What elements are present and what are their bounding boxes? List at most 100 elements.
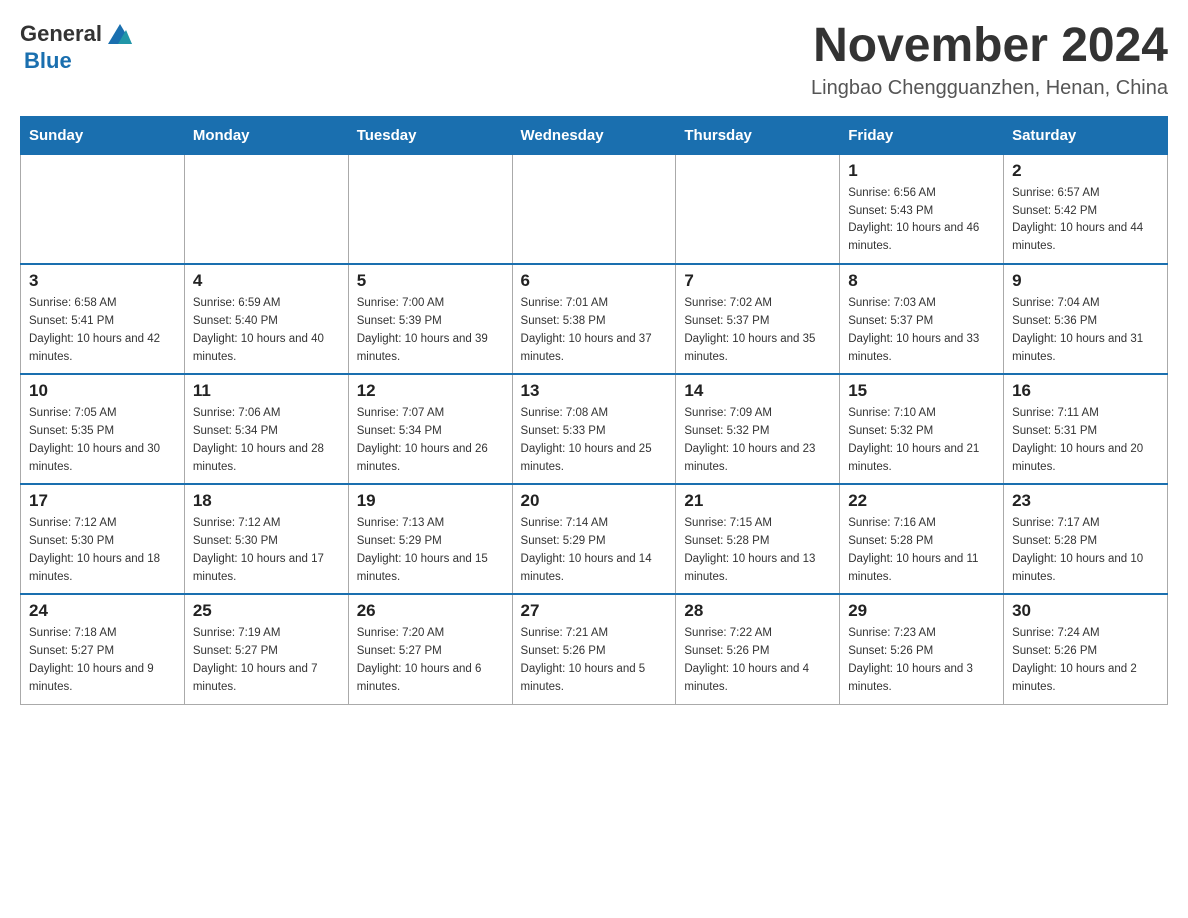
- day-number: 29: [848, 601, 995, 621]
- calendar-cell: 7 Sunrise: 7:02 AM Sunset: 5:37 PM Daylig…: [676, 264, 840, 374]
- calendar-table: SundayMondayTuesdayWednesdayThursdayFrid…: [20, 116, 1168, 705]
- day-number: 2: [1012, 161, 1159, 181]
- calendar-cell: 19 Sunrise: 7:13 AM Sunset: 5:29 PM Dayli…: [348, 484, 512, 594]
- calendar-cell: [512, 154, 676, 264]
- day-number: 27: [521, 601, 668, 621]
- day-info: Sunrise: 7:12 AM Sunset: 5:30 PM Dayligh…: [193, 515, 340, 586]
- calendar-cell: 25 Sunrise: 7:19 AM Sunset: 5:27 PM Dayli…: [184, 594, 348, 704]
- day-info: Sunrise: 7:18 AM Sunset: 5:27 PM Dayligh…: [29, 625, 176, 696]
- day-number: 9: [1012, 271, 1159, 291]
- day-info: Sunrise: 7:17 AM Sunset: 5:28 PM Dayligh…: [1012, 515, 1159, 586]
- day-info: Sunrise: 7:06 AM Sunset: 5:34 PM Dayligh…: [193, 405, 340, 476]
- logo: General Blue: [20, 20, 132, 74]
- calendar-week-row: 10 Sunrise: 7:05 AM Sunset: 5:35 PM Dayli…: [21, 374, 1168, 484]
- calendar-cell: 16 Sunrise: 7:11 AM Sunset: 5:31 PM Dayli…: [1004, 374, 1168, 484]
- day-number: 24: [29, 601, 176, 621]
- calendar-cell: 8 Sunrise: 7:03 AM Sunset: 5:37 PM Daylig…: [840, 264, 1004, 374]
- calendar-cell: [348, 154, 512, 264]
- day-number: 28: [684, 601, 831, 621]
- day-number: 10: [29, 381, 176, 401]
- day-number: 19: [357, 491, 504, 511]
- day-number: 30: [1012, 601, 1159, 621]
- day-number: 5: [357, 271, 504, 291]
- calendar-cell: 2 Sunrise: 6:57 AM Sunset: 5:42 PM Daylig…: [1004, 154, 1168, 264]
- day-info: Sunrise: 6:58 AM Sunset: 5:41 PM Dayligh…: [29, 295, 176, 366]
- day-number: 7: [684, 271, 831, 291]
- calendar-cell: 14Sunrise: 7:09 AM Sunset: 5:32 PM Dayli…: [676, 374, 840, 484]
- day-info: Sunrise: 7:15 AM Sunset: 5:28 PM Dayligh…: [684, 515, 831, 586]
- day-info: Sunrise: 7:02 AM Sunset: 5:37 PM Dayligh…: [684, 295, 831, 366]
- calendar-cell: 17 Sunrise: 7:12 AM Sunset: 5:30 PM Dayli…: [21, 484, 185, 594]
- day-number: 1: [848, 161, 995, 181]
- day-number: 6: [521, 271, 668, 291]
- day-info: Sunrise: 7:10 AM Sunset: 5:32 PM Dayligh…: [848, 405, 995, 476]
- day-info: Sunrise: 6:56 AM Sunset: 5:43 PM Dayligh…: [848, 185, 995, 256]
- calendar-cell: 1 Sunrise: 6:56 AM Sunset: 5:43 PM Daylig…: [840, 154, 1004, 264]
- calendar-cell: [184, 154, 348, 264]
- location-subtitle: Lingbao Chengguanzhen, Henan, China: [811, 77, 1168, 100]
- day-number: 17: [29, 491, 176, 511]
- logo-blue-text: Blue: [24, 48, 72, 74]
- calendar-cell: 12 Sunrise: 7:07 AM Sunset: 5:34 PM Dayli…: [348, 374, 512, 484]
- day-info: Sunrise: 7:13 AM Sunset: 5:29 PM Dayligh…: [357, 515, 504, 586]
- weekday-header-wednesday: Wednesday: [512, 116, 676, 154]
- calendar-cell: 21 Sunrise: 7:15 AM Sunset: 5:28 PM Dayli…: [676, 484, 840, 594]
- day-info: Sunrise: 7:12 AM Sunset: 5:30 PM Dayligh…: [29, 515, 176, 586]
- day-info: Sunrise: 7:19 AM Sunset: 5:27 PM Dayligh…: [193, 625, 340, 696]
- calendar-cell: 23 Sunrise: 7:17 AM Sunset: 5:28 PM Dayli…: [1004, 484, 1168, 594]
- day-number: 8: [848, 271, 995, 291]
- day-number: 23: [1012, 491, 1159, 511]
- calendar-cell: 30 Sunrise: 7:24 AM Sunset: 5:26 PM Dayli…: [1004, 594, 1168, 704]
- calendar-week-row: 3 Sunrise: 6:58 AM Sunset: 5:41 PM Daylig…: [21, 264, 1168, 374]
- day-number: 21: [684, 491, 831, 511]
- calendar-cell: [676, 154, 840, 264]
- title-area: November 2024 Lingbao Chengguanzhen, Hen…: [811, 20, 1168, 100]
- day-info: Sunrise: 7:08 AM Sunset: 5:33 PM Dayligh…: [521, 405, 668, 476]
- calendar-cell: 20 Sunrise: 7:14 AM Sunset: 5:29 PM Dayli…: [512, 484, 676, 594]
- day-info: Sunrise: 7:00 AM Sunset: 5:39 PM Dayligh…: [357, 295, 504, 366]
- weekday-header-tuesday: Tuesday: [348, 116, 512, 154]
- day-number: 15: [848, 381, 995, 401]
- weekday-header-sunday: Sunday: [21, 116, 185, 154]
- month-title: November 2024: [811, 20, 1168, 73]
- day-info: Sunrise: 7:04 AM Sunset: 5:36 PM Dayligh…: [1012, 295, 1159, 366]
- page-header: General Blue November 2024 Lingbao Cheng…: [20, 20, 1168, 100]
- day-info: Sunrise: 7:07 AM Sunset: 5:34 PM Dayligh…: [357, 405, 504, 476]
- day-number: 20: [521, 491, 668, 511]
- day-info: Sunrise: 7:01 AM Sunset: 5:38 PM Dayligh…: [521, 295, 668, 366]
- day-number: 22: [848, 491, 995, 511]
- day-number: 18: [193, 491, 340, 511]
- calendar-cell: 22 Sunrise: 7:16 AM Sunset: 5:28 PM Dayli…: [840, 484, 1004, 594]
- day-info: Sunrise: 7:16 AM Sunset: 5:28 PM Dayligh…: [848, 515, 995, 586]
- weekday-header-monday: Monday: [184, 116, 348, 154]
- day-info: Sunrise: 6:57 AM Sunset: 5:42 PM Dayligh…: [1012, 185, 1159, 256]
- day-number: 12: [357, 381, 504, 401]
- logo-general-text: General: [20, 21, 102, 47]
- calendar-cell: 11Sunrise: 7:06 AM Sunset: 5:34 PM Dayli…: [184, 374, 348, 484]
- day-info: Sunrise: 7:14 AM Sunset: 5:29 PM Dayligh…: [521, 515, 668, 586]
- calendar-cell: 3 Sunrise: 6:58 AM Sunset: 5:41 PM Daylig…: [21, 264, 185, 374]
- day-number: 26: [357, 601, 504, 621]
- calendar-cell: 9 Sunrise: 7:04 AM Sunset: 5:36 PM Daylig…: [1004, 264, 1168, 374]
- day-number: 3: [29, 271, 176, 291]
- day-number: 16: [1012, 381, 1159, 401]
- day-info: Sunrise: 7:09 AM Sunset: 5:32 PM Dayligh…: [684, 405, 831, 476]
- calendar-cell: 10 Sunrise: 7:05 AM Sunset: 5:35 PM Dayli…: [21, 374, 185, 484]
- day-info: Sunrise: 6:59 AM Sunset: 5:40 PM Dayligh…: [193, 295, 340, 366]
- day-info: Sunrise: 7:24 AM Sunset: 5:26 PM Dayligh…: [1012, 625, 1159, 696]
- calendar-cell: 18 Sunrise: 7:12 AM Sunset: 5:30 PM Dayli…: [184, 484, 348, 594]
- day-info: Sunrise: 7:20 AM Sunset: 5:27 PM Dayligh…: [357, 625, 504, 696]
- calendar-cell: 13Sunrise: 7:08 AM Sunset: 5:33 PM Dayli…: [512, 374, 676, 484]
- calendar-cell: 29Sunrise: 7:23 AM Sunset: 5:26 PM Dayli…: [840, 594, 1004, 704]
- day-number: 25: [193, 601, 340, 621]
- weekday-header-saturday: Saturday: [1004, 116, 1168, 154]
- calendar-cell: 27Sunrise: 7:21 AM Sunset: 5:26 PM Dayli…: [512, 594, 676, 704]
- day-number: 4: [193, 271, 340, 291]
- calendar-week-row: 24 Sunrise: 7:18 AM Sunset: 5:27 PM Dayli…: [21, 594, 1168, 704]
- weekday-header-row: SundayMondayTuesdayWednesdayThursdayFrid…: [21, 116, 1168, 154]
- day-info: Sunrise: 7:03 AM Sunset: 5:37 PM Dayligh…: [848, 295, 995, 366]
- calendar-cell: 28Sunrise: 7:22 AM Sunset: 5:26 PM Dayli…: [676, 594, 840, 704]
- day-info: Sunrise: 7:11 AM Sunset: 5:31 PM Dayligh…: [1012, 405, 1159, 476]
- calendar-week-row: 17 Sunrise: 7:12 AM Sunset: 5:30 PM Dayli…: [21, 484, 1168, 594]
- day-info: Sunrise: 7:05 AM Sunset: 5:35 PM Dayligh…: [29, 405, 176, 476]
